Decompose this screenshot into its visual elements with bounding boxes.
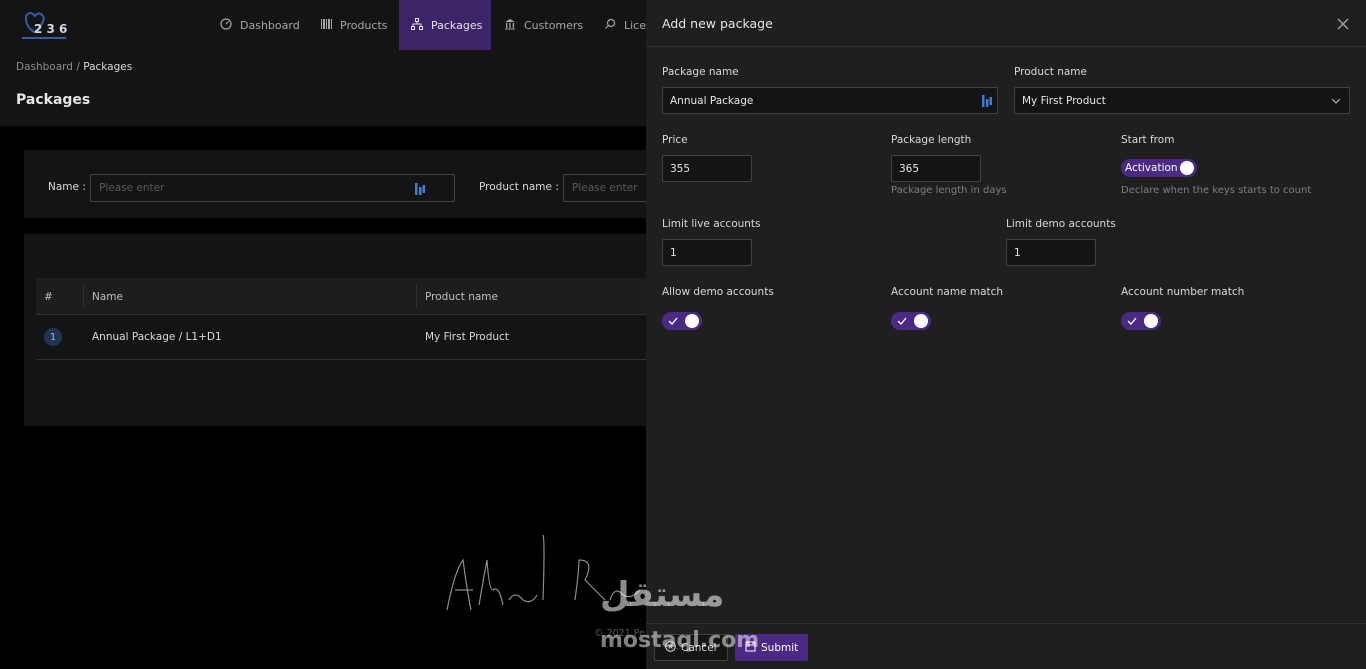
package-length-input[interactable]: 365 [891,155,981,182]
logo-text: 2 3 6 [34,22,67,36]
table-row[interactable]: 1 Annual Package / L1+D1 My First Produc… [36,315,664,360]
product-filter-input[interactable]: Please enter [563,174,653,202]
barcode-icon [320,18,332,33]
breadcrumb-root[interactable]: Dashboard [16,61,73,73]
switch-knob [914,314,928,328]
package-length-help: Package length in days [891,185,1007,196]
allow-demo-switch[interactable] [662,312,702,330]
header-name[interactable]: Name [92,278,123,315]
price-value: 355 [670,162,691,175]
gauge-icon [220,17,232,33]
name-filter-label: Name : [48,181,86,193]
bank-icon [504,18,516,33]
watermark-latin: mostaql.com [600,628,760,653]
nav-customers[interactable]: Customers [492,0,595,50]
start-from-help: Declare when the keys starts to count [1121,185,1312,196]
table-card: # Name Product name 1 Annual Package / L… [24,234,664,426]
name-filter-input[interactable]: Please enter [90,174,455,202]
limit-demo-value: 1 [1014,246,1021,259]
nav-products-label: Products [340,18,388,32]
breadcrumb-current: Packages [83,61,133,73]
limit-demo-input[interactable]: 1 [1006,239,1096,266]
nav-dashboard-label: Dashboard [240,18,300,32]
header-product[interactable]: Product name [425,278,498,315]
package-name-value: Annual Package [670,94,754,107]
table-header: # Name Product name [36,278,664,315]
filter-card: Name : Please enter Product name : Pleas… [24,150,664,218]
row-number-badge: 1 [44,328,62,346]
allow-demo-label: Allow demo accounts [662,286,774,298]
start-from-label: Start from [1121,134,1175,146]
product-filter-placeholder: Please enter [572,182,638,194]
row-product: My First Product [425,331,509,343]
chevron-down-icon [1331,96,1341,106]
page-title: Packages [16,92,91,108]
account-name-match-switch[interactable] [891,312,931,330]
nav-dashboard[interactable]: Dashboard [208,0,312,50]
breadcrumb: Dashboard / Packages [16,61,132,73]
limit-demo-label: Limit demo accounts [1006,218,1116,230]
package-name-label: Package name [662,66,739,78]
search-icon [604,18,616,33]
check-icon [1127,316,1137,329]
row-name: Annual Package / L1+D1 [92,331,222,343]
product-filter-label: Product name : [479,181,559,193]
drawer-title: Add new package [662,16,773,31]
header-index: # [44,290,53,303]
price-label: Price [662,134,688,146]
product-name-label: Product name [1014,66,1087,78]
nav-customers-label: Customers [524,18,584,32]
limit-live-value: 1 [670,246,677,259]
product-name-value: My First Product [1022,94,1106,107]
breadcrumb-separator: / [76,61,80,73]
drawer-header: Add new package [646,0,1366,47]
watermark: مستقل [600,575,725,615]
header-divider [416,284,417,308]
check-icon [668,316,678,329]
extension-icon [414,182,426,199]
account-number-match-switch[interactable] [1121,312,1161,330]
submit-label: Submit [761,641,799,654]
nav-licenses-label: Lice [624,18,646,32]
account-name-match-label: Account name match [891,286,1004,298]
price-input[interactable]: 355 [662,155,752,182]
header-divider [83,284,84,308]
switch-knob [685,314,699,328]
name-filter-placeholder: Please enter [99,182,165,194]
nav-packages-label: Packages [431,18,483,32]
extension-icon [981,94,993,108]
nav-products[interactable]: Products [308,0,400,50]
nav-packages[interactable]: Packages [399,0,491,50]
product-name-select[interactable]: My First Product [1014,87,1350,114]
switch-knob [1144,314,1158,328]
check-icon [897,316,907,329]
package-name-input[interactable]: Annual Package [662,87,998,114]
start-from-switch[interactable]: Activation [1121,159,1197,177]
sitemap-icon [411,17,423,33]
limit-live-input[interactable]: 1 [662,239,752,266]
package-length-label: Package length [891,134,972,146]
start-from-value: Activation [1125,162,1178,174]
package-length-value: 365 [899,162,920,175]
switch-knob [1180,161,1194,175]
app: 2 3 6 Dashboard Products Packages Custom… [0,0,1366,669]
limit-live-label: Limit live accounts [662,218,761,230]
close-icon[interactable] [1336,16,1350,30]
add-package-drawer: Add new package Package name Annual Pack… [646,0,1366,669]
logo[interactable]: 2 3 6 [20,10,68,42]
account-number-match-label: Account number match [1121,286,1245,298]
